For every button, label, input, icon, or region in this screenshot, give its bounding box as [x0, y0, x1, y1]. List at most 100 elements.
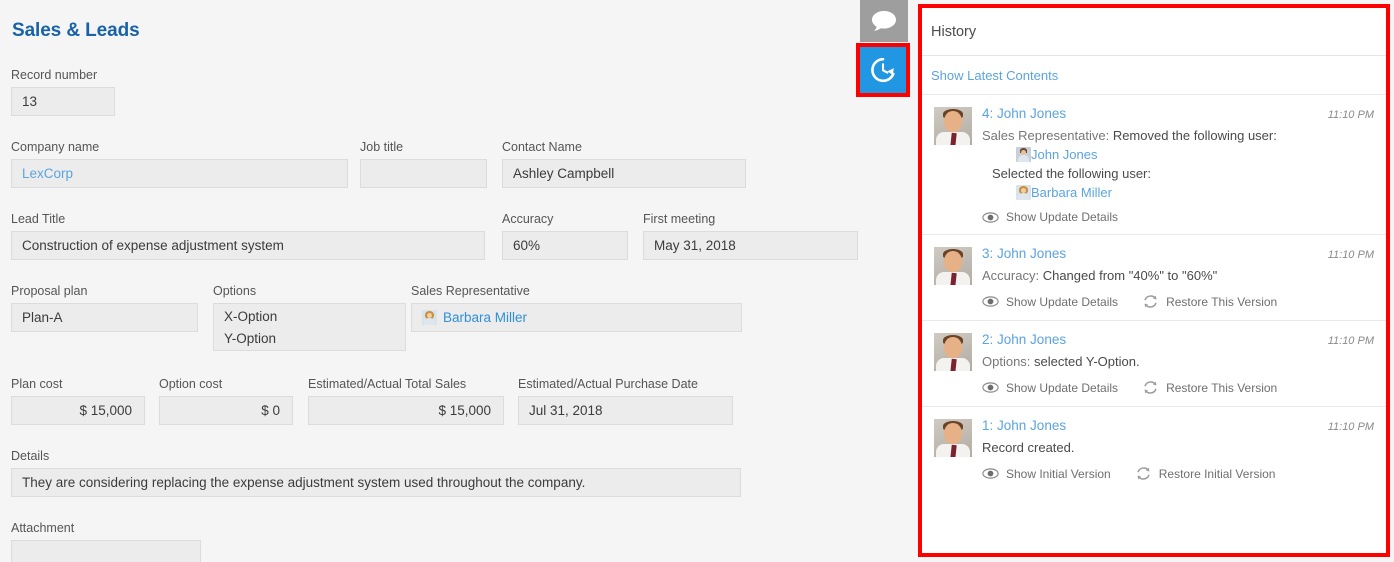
- field-label: Details: [11, 449, 741, 468]
- user-avatar-icon: [1016, 185, 1031, 200]
- field-options: Options X-Option Y-Option: [213, 284, 406, 351]
- field-record-number: Record number 13: [11, 68, 115, 116]
- history-entry-body: Record created.: [982, 438, 1374, 457]
- contact-name-value[interactable]: Ashley Campbell: [502, 159, 746, 188]
- history-entry-headline: 1: John Jones 11:10 PM: [982, 418, 1374, 433]
- accuracy-value[interactable]: 60%: [502, 231, 628, 260]
- restore-version-button[interactable]: Restore This Version: [1142, 379, 1277, 396]
- proposal-plan-value[interactable]: Plan-A: [11, 303, 198, 332]
- show-update-details-label: Show Update Details: [1006, 295, 1118, 309]
- avatar: [934, 107, 972, 145]
- details-value[interactable]: They are considering replacing the expen…: [11, 468, 741, 497]
- history-entry-time: 11:10 PM: [1328, 109, 1374, 121]
- field-label: Company name: [11, 140, 348, 159]
- estimated-purchase-date-value[interactable]: Jul 31, 2018: [518, 396, 733, 425]
- history-entry-user-link[interactable]: Barbara Miller: [1031, 185, 1112, 200]
- history-entry-text: Changed from "40%" to "60%": [1043, 268, 1218, 283]
- history-entry-author[interactable]: 4: John Jones: [982, 106, 1066, 121]
- history-panel-header: History: [922, 8, 1386, 56]
- history-entry-index: 1:: [982, 418, 993, 433]
- company-name-value[interactable]: LexCorp: [11, 159, 348, 188]
- field-option-cost: Option cost $ 0: [159, 377, 293, 425]
- show-initial-version-label: Show Initial Version: [1006, 467, 1111, 481]
- side-icon-rail: [860, 0, 918, 562]
- option-item[interactable]: Y-Option: [224, 328, 395, 350]
- field-plan-cost: Plan cost $ 15,000: [11, 377, 145, 425]
- history-entry-author[interactable]: 2: John Jones: [982, 332, 1066, 347]
- history-entry-index: 4:: [982, 106, 993, 121]
- plan-cost-value[interactable]: $ 15,000: [11, 396, 145, 425]
- history-entry-actions: Show Update Details Restore This Version: [982, 379, 1374, 396]
- show-latest-contents-row: Show Latest Contents: [922, 56, 1386, 95]
- history-entry: 1: John Jones 11:10 PM Record created. S…: [922, 407, 1386, 492]
- history-entry-username[interactable]: John Jones: [997, 246, 1066, 261]
- history-entry-headline: 4: John Jones 11:10 PM: [982, 106, 1374, 121]
- user-avatar-icon: [1016, 147, 1031, 162]
- show-latest-contents-link[interactable]: Show Latest Contents: [931, 68, 1058, 83]
- attachment-value[interactable]: [11, 540, 201, 562]
- comments-tab-button[interactable]: [860, 0, 908, 42]
- field-label: Options: [213, 284, 406, 303]
- eye-icon: [982, 468, 999, 479]
- history-entry-username[interactable]: John Jones: [997, 418, 1066, 433]
- history-entry-body: Accuracy: Changed from "40%" to "60%": [982, 266, 1374, 285]
- first-meeting-value[interactable]: May 31, 2018: [643, 231, 858, 260]
- history-entry-body: Options: selected Y-Option.: [982, 352, 1374, 371]
- history-entry-actions: Show Initial Version Restore Initial Ver…: [982, 465, 1374, 482]
- show-update-details-button[interactable]: Show Update Details: [982, 295, 1118, 309]
- field-proposal-plan: Proposal plan Plan-A: [11, 284, 198, 332]
- show-update-details-button[interactable]: Show Update Details: [982, 381, 1118, 395]
- avatar: [934, 419, 972, 457]
- show-update-details-button[interactable]: Show Update Details: [982, 210, 1118, 224]
- history-entry-username[interactable]: John Jones: [997, 106, 1066, 121]
- show-initial-version-button[interactable]: Show Initial Version: [982, 467, 1111, 481]
- history-entry-author[interactable]: 3: John Jones: [982, 246, 1066, 261]
- history-entry-headline: 2: John Jones 11:10 PM: [982, 332, 1374, 347]
- field-label: Plan cost: [11, 377, 145, 396]
- estimated-total-sales-value[interactable]: $ 15,000: [308, 396, 504, 425]
- restore-initial-version-label: Restore Initial Version: [1159, 467, 1276, 481]
- history-entry-fieldname: Options:: [982, 354, 1030, 369]
- history-entry-body: Sales Representative: Removed the follow…: [982, 126, 1374, 202]
- field-contact-name: Contact Name Ashley Campbell: [502, 140, 746, 188]
- history-entry-user-link[interactable]: John Jones: [1031, 147, 1098, 162]
- history-entry-user-chip[interactable]: Barbara Miller: [982, 183, 1374, 202]
- page-title: Sales & Leads: [12, 20, 140, 42]
- history-entry-index: 2:: [982, 332, 993, 347]
- options-value[interactable]: X-Option Y-Option: [213, 303, 406, 351]
- field-label: Estimated/Actual Total Sales: [308, 377, 504, 396]
- history-entry-username[interactable]: John Jones: [997, 332, 1066, 347]
- history-tab-button[interactable]: [860, 47, 906, 93]
- field-label: Estimated/Actual Purchase Date: [518, 377, 733, 396]
- job-title-value[interactable]: [360, 159, 487, 188]
- field-sales-representative: Sales Representative Barbara Miller: [411, 284, 742, 332]
- history-entry-user-chip[interactable]: John Jones: [982, 145, 1374, 164]
- history-entry-fieldname: Accuracy:: [982, 268, 1039, 283]
- option-item[interactable]: X-Option: [224, 306, 395, 328]
- eye-icon: [982, 296, 999, 307]
- restore-initial-version-button[interactable]: Restore Initial Version: [1135, 465, 1276, 482]
- avatar: [934, 333, 972, 371]
- history-entry: 3: John Jones 11:10 PM Accuracy: Changed…: [922, 235, 1386, 321]
- history-entry-time: 11:10 PM: [1328, 335, 1374, 347]
- history-entry-time: 11:10 PM: [1328, 249, 1374, 261]
- sales-representative-name[interactable]: Barbara Miller: [443, 304, 527, 331]
- restore-version-button[interactable]: Restore This Version: [1142, 293, 1277, 310]
- field-details: Details They are considering replacing t…: [11, 449, 741, 497]
- field-company-name: Company name LexCorp: [11, 140, 348, 188]
- history-panel-title: History: [931, 24, 976, 40]
- record-number-value[interactable]: 13: [11, 87, 115, 116]
- field-label: First meeting: [643, 212, 858, 231]
- sales-representative-value[interactable]: Barbara Miller: [411, 303, 742, 332]
- history-entry-text-secondary: Selected the following user:: [982, 164, 1374, 183]
- history-entry-text: Removed the following user:: [1113, 128, 1277, 143]
- lead-title-value[interactable]: Construction of expense adjustment syste…: [11, 231, 485, 260]
- field-estimated-total-sales: Estimated/Actual Total Sales $ 15,000: [308, 377, 504, 425]
- field-label: Sales Representative: [411, 284, 742, 303]
- history-entry-author[interactable]: 1: John Jones: [982, 418, 1066, 433]
- show-update-details-label: Show Update Details: [1006, 210, 1118, 224]
- field-job-title: Job title: [360, 140, 487, 188]
- field-attachment: Attachment: [11, 521, 201, 562]
- field-label: Lead Title: [11, 212, 485, 231]
- option-cost-value[interactable]: $ 0: [159, 396, 293, 425]
